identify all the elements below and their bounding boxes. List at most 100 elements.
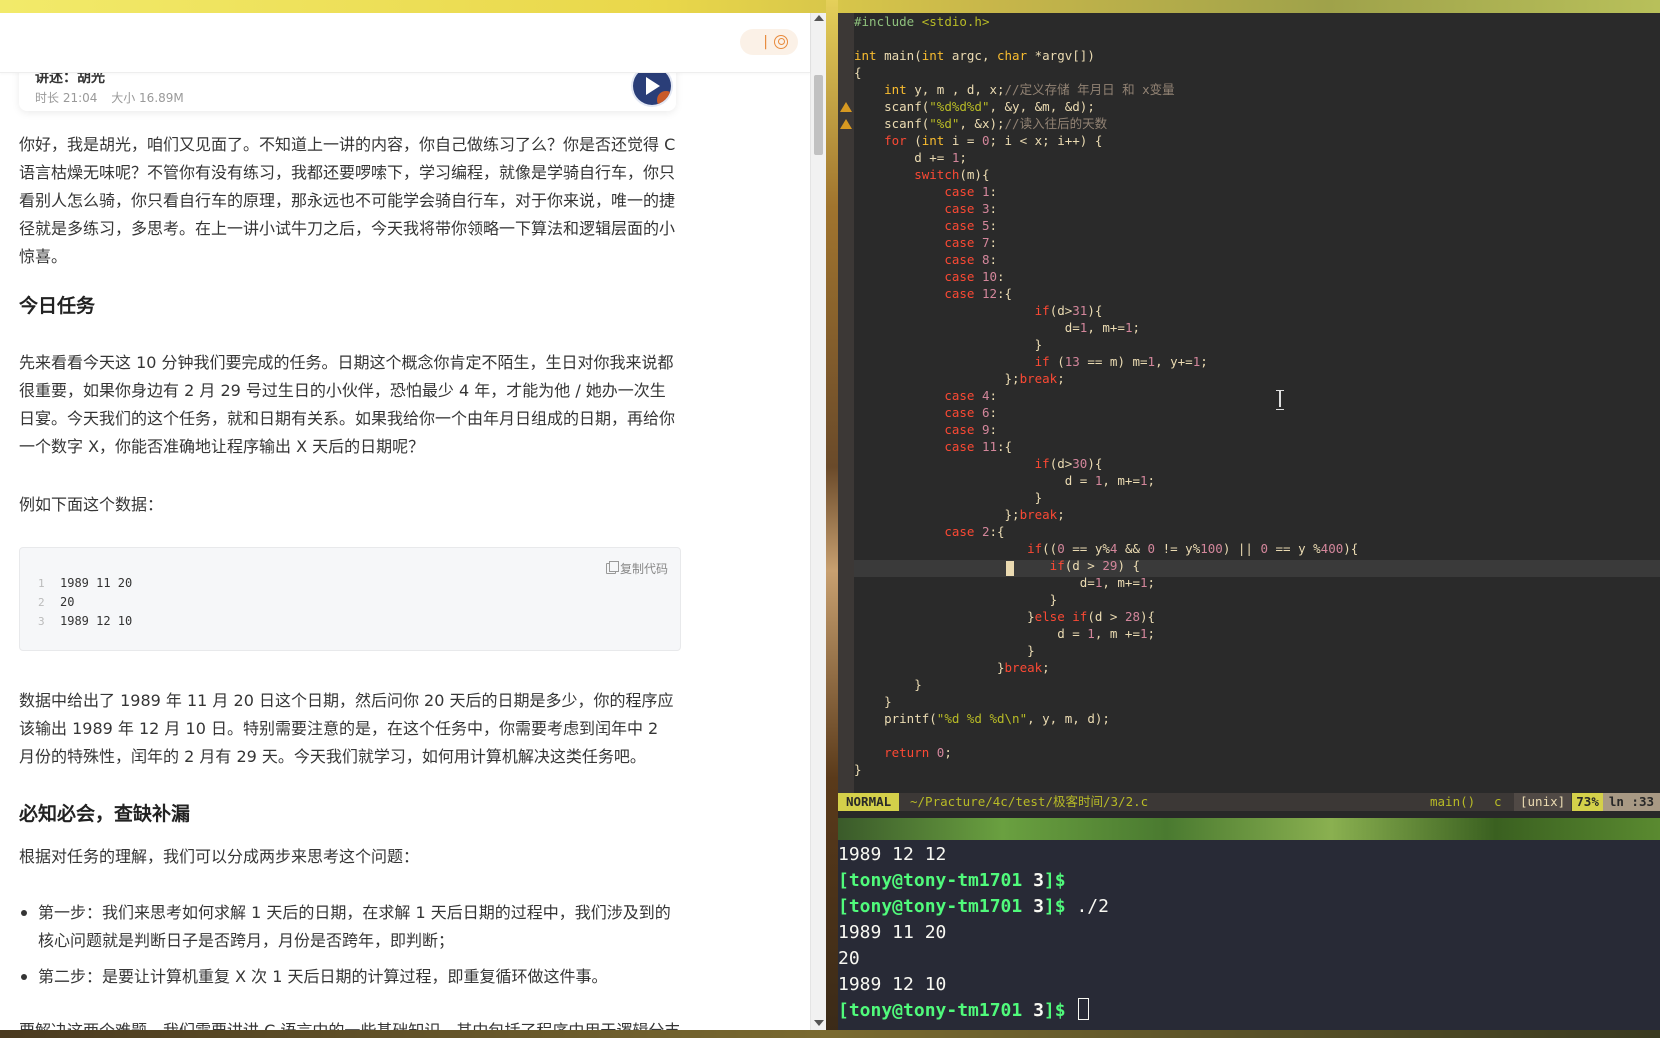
code-line: printf("%d %d %d\n", y, m, d);	[854, 711, 1110, 726]
code-line: switch(m){	[914, 167, 990, 182]
code-line: 1 1989 11 20	[38, 576, 133, 590]
list-item: 第二步：是要让计算机重复 X 次 1 天后日期的计算过程，即重复循环做这件事。	[19, 963, 679, 991]
page-scrollbar[interactable]	[810, 13, 826, 1030]
code-line: }	[854, 643, 1035, 658]
scroll-down-icon[interactable]	[814, 1020, 824, 1026]
code-line: }	[854, 490, 1043, 505]
code-line: }	[854, 762, 862, 777]
desktop-wallpaper-bottom	[0, 1030, 1660, 1038]
code-line: if((0 == y%4 && 0 != y%100) || 0 == y %4…	[1027, 541, 1359, 556]
current-function: main()	[1430, 794, 1476, 809]
tail-paragraph: 要解决这两个难题，我们需要讲讲 C 语言中的一些基础知识，其中包括了程序中用于逻…	[19, 1017, 679, 1030]
desktop-wallpaper-mid	[838, 818, 1660, 840]
code-line: }	[854, 337, 1043, 352]
text-cursor	[1006, 561, 1014, 576]
example-intro: 例如下面这个数据：	[19, 495, 164, 514]
code-line: case 7:	[944, 235, 998, 250]
code-line: d = 1, m+=1;	[854, 473, 1156, 488]
terminal-prompt-line: [tony@tony-tm1701 3]$ ./2	[838, 896, 1109, 917]
article-content: 讲述：胡光 时长 21:04 大小 16.89M 你好，我是胡光，咱们又见面了。…	[0, 13, 810, 1030]
terminal-output-line: 1989 12 10	[838, 974, 947, 995]
code-line: case 12:{	[944, 286, 1013, 301]
list-item: 第一步：我们来思考如何求解 1 天后的日期，在求解 1 天后日期的过程中，我们涉…	[19, 899, 679, 955]
desktop-wallpaper-gap	[826, 0, 838, 1038]
code-line: case 9:	[944, 422, 998, 437]
terminal-prompt-line[interactable]: [tony@tony-tm1701 3]$	[838, 998, 1090, 1024]
code-line: return 0;	[884, 745, 952, 760]
code-line: if (13 == m) m=1, y+=1;	[1034, 354, 1208, 369]
code-line: case 4:	[944, 388, 998, 403]
intro-paragraph: 你好，我是胡光，咱们又见面了。不知道上一讲的内容，你自己做练习了么？你是否还觉得…	[19, 135, 676, 266]
code-line: #include <stdio.h>	[854, 14, 990, 29]
audio-meta: 时长 21:04 大小 16.89M	[35, 89, 194, 106]
warning-icon	[840, 119, 852, 129]
scroll-up-icon[interactable]	[814, 15, 824, 21]
terminal-output-line: 20	[838, 948, 860, 969]
terminal-cursor	[1078, 998, 1090, 1020]
user-menu[interactable]: |	[740, 29, 798, 55]
copy-icon	[605, 561, 619, 574]
code-line: case 1:	[944, 184, 998, 199]
code-line: case 2:{	[944, 524, 1005, 539]
code-line: case 5:	[944, 218, 998, 233]
code-block: 复制代码 1 1989 11 20 2 20 3 1989 12 10	[19, 547, 681, 651]
code-line: }	[854, 694, 892, 709]
audio-size: 大小 16.89M	[111, 91, 184, 105]
mouse-ibeam-icon	[1276, 390, 1284, 410]
user-icon	[774, 35, 788, 49]
audio-duration: 时长 21:04	[35, 91, 98, 105]
code-line: {	[854, 65, 862, 80]
scroll-percent: 73%	[1572, 793, 1603, 811]
heading-today-task: 今日任务	[19, 295, 96, 317]
site-header: |	[0, 13, 810, 73]
sign-column	[838, 13, 854, 793]
copy-code-button[interactable]: 复制代码	[605, 560, 668, 577]
file-format: [unix]	[1514, 793, 1572, 811]
scrollbar-thumb[interactable]	[814, 75, 823, 155]
code-line: }break;	[854, 660, 1050, 675]
code-line: 2 20	[38, 595, 75, 609]
code-line: case 11:{	[944, 439, 1013, 454]
code-line: case 6:	[944, 405, 998, 420]
code-line: }else if(d > 28){	[854, 609, 1156, 624]
code-line: };break;	[854, 507, 1065, 522]
code-line: d += 1;	[854, 150, 967, 165]
code-line: scanf("%d%d%d", &y, &m, &d);	[854, 99, 1095, 114]
data-paragraph: 数据中给出了 1989 年 11 月 20 日这个日期，然后问你 20 天后的日…	[19, 691, 674, 766]
code-line: case 3:	[944, 201, 998, 216]
code-line: int main(int argc, char *argv[])	[854, 48, 1095, 63]
heading-basics: 必知必会，查缺补漏	[19, 803, 191, 825]
browser-window: 讲述：胡光 时长 21:04 大小 16.89M 你好，我是胡光，咱们又见面了。…	[0, 13, 826, 1030]
code-line: }	[854, 677, 922, 692]
code-line: }	[854, 592, 1058, 607]
task-paragraph: 先来看看今天这 10 分钟我们要完成的任务。日期这个概念你肯定不陌生，生日对你我…	[19, 353, 676, 456]
terminal-window[interactable]: 1989 12 12 [tony@tony-tm1701 3]$ [tony@t…	[838, 840, 1660, 1030]
header-divider: |	[763, 34, 768, 50]
code-line: case 8:	[944, 252, 998, 267]
code-line: if(d > 29) {	[1049, 558, 1141, 573]
vim-mode: NORMAL	[838, 793, 900, 811]
vim-statusline: NORMAL ~/Practure/4c/test/极客时间/3/2.c mai…	[838, 793, 1660, 811]
line-number: ln :33	[1608, 794, 1654, 809]
code-line: d=1, m+=1;	[854, 575, 1156, 590]
file-path: ~/Practure/4c/test/极客时间/3/2.c	[910, 794, 1149, 809]
terminal-output-line: 1989 11 20	[838, 922, 947, 943]
code-line: d=1, m+=1;	[854, 320, 1141, 335]
code-line: 3 1989 12 10	[38, 614, 133, 628]
code-buffer[interactable]: #include <stdio.h> int main(int argc, ch…	[854, 13, 1660, 793]
code-line: scanf("%d", &x);//读入往后的天数	[854, 116, 1108, 131]
cursor-position: 73% ln :33	[1572, 793, 1660, 811]
warning-icon	[840, 102, 852, 112]
vim-editor-window[interactable]: #include <stdio.h> int main(int argc, ch…	[838, 13, 1660, 818]
code-line: if(d>31){	[1034, 303, 1103, 318]
code-line: d = 1, m +=1;	[854, 626, 1156, 641]
copy-code-label: 复制代码	[619, 562, 668, 576]
code-line: };break;	[854, 371, 1065, 386]
file-type: c	[1494, 794, 1502, 809]
terminal-output-line: 1989 12 12	[838, 844, 947, 865]
code-line: if(d>30){	[1034, 456, 1103, 471]
basics-paragraph: 根据对任务的理解，我们可以分成两步来思考这个问题：	[19, 847, 420, 866]
code-line: for (int i = 0; i < x; i++) {	[884, 133, 1103, 148]
terminal-prompt-line: [tony@tony-tm1701 3]$	[838, 870, 1066, 891]
code-line: case 10:	[944, 269, 1005, 284]
